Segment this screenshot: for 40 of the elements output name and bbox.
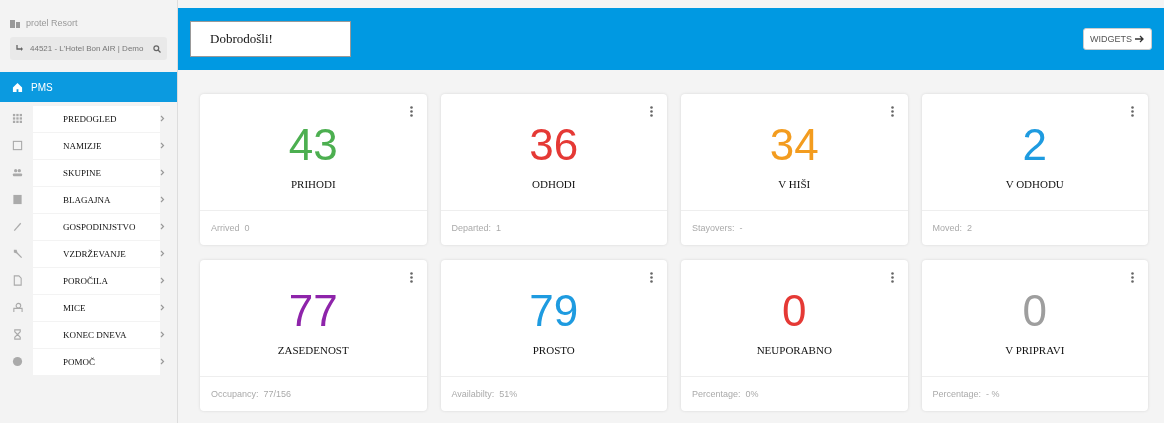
stat-value: 79 bbox=[529, 288, 579, 334]
arrow-right-icon bbox=[1135, 35, 1145, 43]
more-options-icon[interactable] bbox=[409, 106, 413, 117]
more-options-icon[interactable] bbox=[890, 272, 894, 283]
stat-detail: Percentage: - % bbox=[932, 389, 1000, 399]
stat-value: 36 bbox=[529, 122, 579, 168]
stat-label: V HIŠI bbox=[778, 178, 811, 192]
stat-label: V PRIPRAVI bbox=[1005, 344, 1065, 358]
more-options-icon[interactable] bbox=[1131, 106, 1134, 117]
stat-detail: Availabilty: 51% bbox=[451, 389, 518, 399]
stat-value: 0 bbox=[1022, 288, 1047, 334]
widgets-button[interactable]: WIDGETS bbox=[1083, 28, 1152, 50]
stat-detail: Occupancy: 77/156 bbox=[211, 389, 292, 399]
more-options-icon[interactable] bbox=[890, 106, 894, 117]
stat-label: V ODHODU bbox=[1005, 178, 1064, 192]
more-options-icon[interactable] bbox=[1131, 272, 1134, 283]
stat-label: PROSTO bbox=[532, 344, 575, 358]
stat-label: ODHODI bbox=[532, 178, 576, 192]
building-icon bbox=[10, 18, 20, 28]
stat-detail: Arrived 0 bbox=[211, 223, 250, 233]
stat-label: ZASEDENOST bbox=[277, 344, 349, 358]
more-options-icon[interactable] bbox=[650, 106, 653, 117]
stat-detail: Percentage: 0% bbox=[692, 389, 759, 399]
hotel-selector[interactable]: 44521 - L'Hotel Bon AIR | Demo bbox=[10, 37, 167, 60]
more-options-icon[interactable] bbox=[650, 272, 653, 283]
return-arrow-icon bbox=[16, 45, 24, 52]
welcome-title: Dobrodošli! bbox=[190, 21, 351, 57]
stat-detail: Departed: 1 bbox=[451, 223, 502, 233]
stat-value: 43 bbox=[288, 122, 338, 168]
brand-name: protel Resort bbox=[26, 18, 78, 28]
stat-value: 2 bbox=[1022, 122, 1047, 168]
stat-value: 77 bbox=[288, 288, 338, 334]
stat-detail: Stayovers: - bbox=[692, 223, 743, 233]
stat-detail: Moved: 2 bbox=[932, 223, 973, 233]
stat-label: PRIHODI bbox=[290, 178, 336, 192]
stat-label: NEUPORABNO bbox=[756, 344, 832, 358]
stat-value: 34 bbox=[769, 122, 819, 168]
stat-value: 0 bbox=[782, 288, 807, 334]
more-options-icon[interactable] bbox=[409, 272, 413, 283]
search-icon bbox=[153, 44, 161, 53]
